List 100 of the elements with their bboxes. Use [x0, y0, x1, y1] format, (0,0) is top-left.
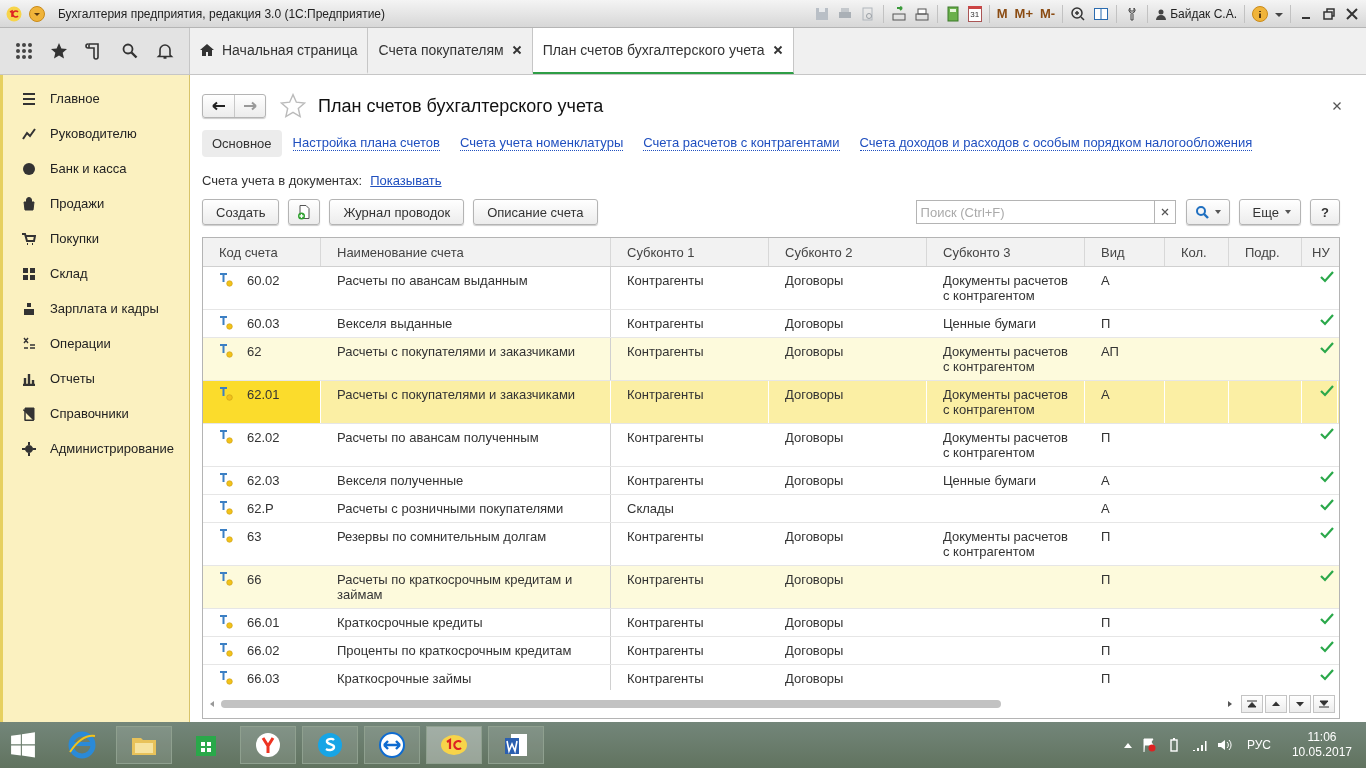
section-link[interactable]: Настройка плана счетов	[292, 135, 440, 151]
table-cell: А	[1101, 501, 1110, 516]
sidebar-item[interactable]: Руководителю	[3, 116, 189, 151]
down-button[interactable]	[1289, 695, 1311, 713]
language-indicator[interactable]: РУС	[1246, 738, 1271, 752]
sidebar-item[interactable]: Отчеты	[3, 361, 189, 396]
docs-label: Счета учета в документах:	[202, 172, 363, 188]
account-icon	[219, 273, 233, 287]
show-link[interactable]: Показывать	[370, 172, 442, 188]
menu-icon	[22, 91, 36, 106]
calendar-icon[interactable]: 31	[967, 5, 982, 22]
first-button[interactable]	[1241, 695, 1263, 713]
column-header[interactable]: Субконто 3	[927, 238, 1085, 266]
help-button[interactable]: ?	[1310, 199, 1340, 225]
scroll-right-icon[interactable]	[1227, 701, 1233, 707]
sidebar-item[interactable]: Продажи	[3, 186, 189, 221]
column-header[interactable]: Субконто 1	[611, 238, 769, 266]
column-header[interactable]: НУ	[1302, 238, 1338, 266]
toolbar-button[interactable]: Описание счета	[473, 199, 598, 225]
column-header[interactable]: Кол.	[1165, 238, 1229, 266]
memory-button[interactable]: M-	[1039, 6, 1056, 21]
table-cell-text: 66	[247, 572, 262, 589]
table-cell: Расчеты по авансам выданным	[337, 273, 528, 288]
sidebar-item[interactable]: Покупки	[3, 221, 189, 256]
home-icon	[200, 43, 214, 57]
scanner-icon[interactable]	[913, 5, 930, 22]
window-title: Бухгалтерия предприятия, редакция 3.0 (1С:Предприятие)	[58, 6, 386, 21]
toolbar-button[interactable]: Журнал проводок	[329, 199, 465, 225]
flag-icon[interactable]	[1140, 737, 1157, 753]
table-cell: Проценты по краткосрочным кредитам	[337, 643, 572, 658]
table-cell: Ценные бумаги	[943, 316, 1037, 331]
clock-date[interactable]: 10.05.2017	[1291, 745, 1352, 760]
memory-button[interactable]: M	[996, 6, 1008, 21]
bell-icon[interactable]	[156, 42, 175, 60]
sidebar-item[interactable]: Зарплата и кадры	[3, 291, 189, 326]
export-icon[interactable]	[890, 5, 907, 22]
account-icon	[219, 316, 233, 330]
table-cell: Контрагенты	[627, 473, 704, 488]
horizontal-scrollbar[interactable]	[209, 699, 1233, 709]
scroll-left-icon[interactable]	[209, 701, 215, 707]
column-header[interactable]: Вид	[1085, 238, 1165, 266]
tab[interactable]: Счета покупателям	[368, 28, 533, 74]
column-header[interactable]: Субконто 2	[769, 238, 927, 266]
table-cell: АП	[1101, 344, 1119, 359]
column-header[interactable]: Наименование счета	[321, 238, 611, 266]
table-cell: Договоры	[785, 273, 844, 288]
zoom-icon[interactable]	[1070, 5, 1087, 22]
menu-caret-icon[interactable]	[29, 5, 45, 22]
sidebar-item[interactable]: Администрирование	[3, 431, 189, 466]
table-cell: Векселя полученные	[337, 473, 464, 488]
tab[interactable]: План счетов бухгалтерского учета	[532, 28, 794, 74]
close-icon[interactable]	[1332, 101, 1342, 111]
tab[interactable]: Начальная страница	[190, 28, 369, 74]
close-icon[interactable]	[772, 45, 783, 55]
book-icon	[22, 406, 36, 421]
tray-caret-icon[interactable]	[1123, 741, 1132, 749]
sidebar-item[interactable]: Справочники	[3, 396, 189, 431]
start-icon[interactable]	[10, 732, 36, 758]
sidebar-item[interactable]: Банк и касса	[3, 151, 189, 186]
search-field[interactable]: Поиск (Ctrl+F)	[915, 200, 1154, 224]
restore-icon[interactable]	[1321, 5, 1337, 22]
create-button[interactable]: Создать	[202, 199, 280, 225]
clock-time[interactable]: 11:06	[1307, 730, 1337, 745]
section-link[interactable]: Счета расчетов с контрагентами	[643, 135, 840, 151]
search-options-button[interactable]	[1185, 199, 1230, 225]
star-icon[interactable]	[50, 42, 69, 60]
column-header[interactable]: Код счета	[203, 238, 321, 266]
section-link[interactable]: Счета доходов и расходов с особым порядком налогообложения	[859, 135, 1253, 151]
app-logo-icon[interactable]	[6, 5, 22, 22]
panel-icon[interactable]	[1093, 5, 1110, 22]
folder-taskbar-icon[interactable]	[116, 726, 172, 764]
copy-button[interactable]	[288, 199, 321, 225]
accounting-taskbar-icon[interactable]	[426, 726, 482, 764]
favorite-star-icon[interactable]	[280, 93, 306, 119]
up-button[interactable]	[1265, 695, 1287, 713]
table-cell: Договоры	[785, 473, 844, 488]
column-header[interactable]: Подр.	[1229, 238, 1302, 266]
calculator-icon[interactable]	[944, 5, 961, 22]
messenger-taskbar-icon[interactable]	[302, 726, 358, 764]
user-name[interactable]: Байдак С.А.	[1170, 6, 1237, 21]
volume-icon[interactable]	[1215, 737, 1232, 753]
sidebar-item[interactable]: Операции	[3, 326, 189, 361]
table-cell: Договоры	[785, 430, 844, 445]
search-icon[interactable]	[120, 42, 139, 60]
apps-grid-icon[interactable]	[14, 42, 33, 60]
info-icon[interactable]	[1252, 5, 1268, 22]
account-icon	[219, 473, 233, 487]
yandex-taskbar-icon[interactable]	[240, 726, 296, 764]
last-button[interactable]	[1313, 695, 1335, 713]
document-taskbar-icon[interactable]	[488, 726, 544, 764]
clear-button[interactable]	[1153, 200, 1176, 224]
section-link[interactable]: Счета учета номенклатуры	[459, 135, 624, 151]
remote-taskbar-icon[interactable]	[364, 726, 420, 764]
sidebar-item[interactable]: Склад	[3, 256, 189, 291]
more-button[interactable]: Еще	[1238, 199, 1302, 225]
sidebar-item[interactable]: Главное	[3, 81, 189, 116]
close-icon[interactable]	[1344, 5, 1360, 22]
memory-button[interactable]: M+	[1014, 6, 1033, 21]
close-icon[interactable]	[511, 45, 522, 55]
section-tab[interactable]: Основное	[202, 129, 282, 157]
